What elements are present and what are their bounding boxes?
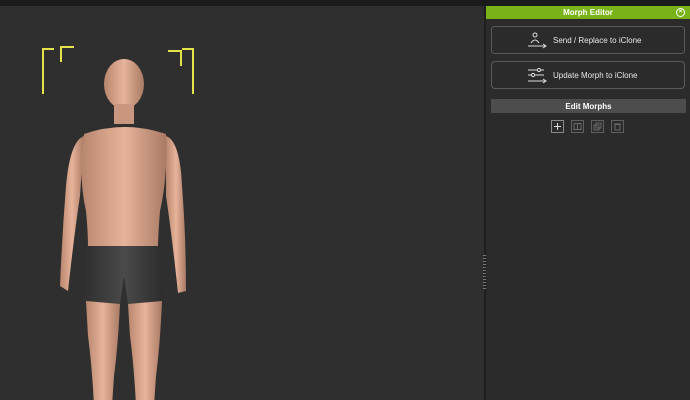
character-right-leg [128, 301, 162, 400]
delete-icon [614, 123, 621, 131]
duplicate-morph-button[interactable] [591, 120, 604, 133]
section-title: Edit Morphs [565, 101, 612, 111]
sliders-send-icon [528, 67, 547, 84]
edit-morph-button[interactable] [571, 120, 584, 133]
morph-editor-panel: Morph Editor × Send / Replace to iClone … [486, 6, 690, 400]
character-left-leg [86, 301, 120, 400]
person-send-icon [528, 32, 547, 49]
send-replace-label: Send / Replace to iClone [553, 36, 642, 45]
update-morph-button[interactable]: Update Morph to iClone [491, 61, 685, 89]
add-morph-button[interactable] [551, 120, 564, 133]
character-left-arm [60, 136, 84, 291]
edit-morphs-section: Edit Morphs [491, 99, 686, 113]
update-morph-label: Update Morph to iClone [553, 71, 638, 80]
close-icon[interactable]: × [676, 8, 685, 17]
add-icon [554, 123, 561, 130]
character-model[interactable] [0, 46, 220, 400]
character-torso [81, 127, 167, 248]
character-neck [114, 104, 134, 124]
character-shorts [84, 246, 164, 304]
panel-title: Morph Editor [563, 8, 613, 17]
duplicate-icon [593, 122, 602, 131]
edit-morph-icon [573, 123, 582, 130]
send-replace-button[interactable]: Send / Replace to iClone [491, 26, 685, 54]
panel-header: Morph Editor × [486, 6, 690, 19]
delete-morph-button[interactable] [611, 120, 624, 133]
morph-toolbar [551, 120, 624, 133]
character-head [104, 59, 144, 109]
3d-viewport[interactable] [0, 6, 484, 400]
character-right-arm [166, 136, 186, 293]
